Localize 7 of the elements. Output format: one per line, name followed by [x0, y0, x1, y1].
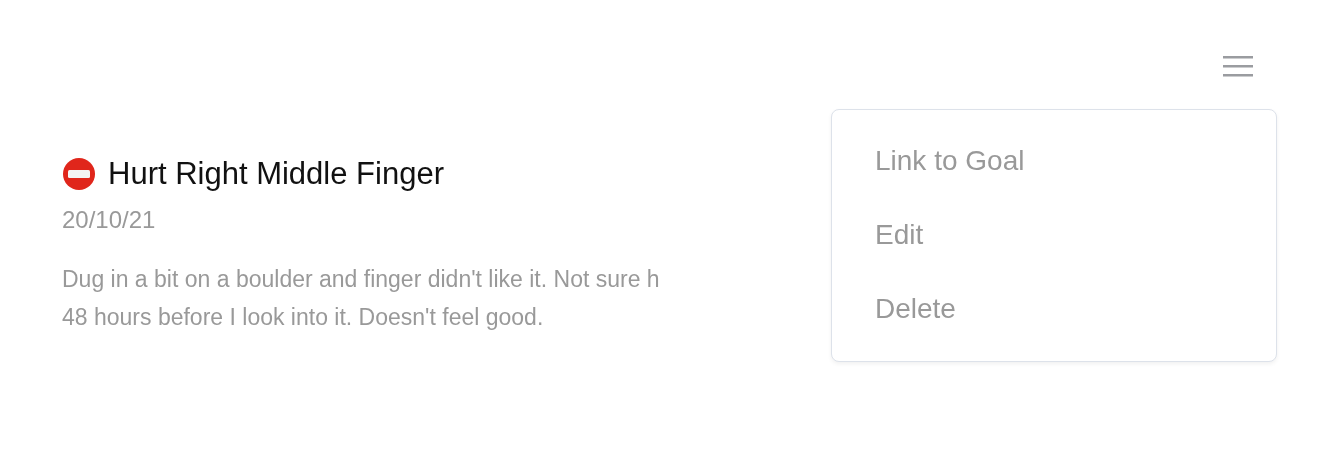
no-entry-icon: [62, 157, 96, 191]
menu-icon[interactable]: [1222, 54, 1254, 78]
entry-description: Dug in a bit on a boulder and finger didn't like it. Not sure h 48 hours before I look into it. Doesn't feel good.: [62, 265, 660, 332]
menu-item[interactable]: Link to Goal: [875, 144, 1025, 178]
menu-item[interactable]: Delete: [875, 292, 956, 326]
menu-item[interactable]: Edit: [875, 218, 924, 252]
entry-title: Hurt Right Middle Finger: [108, 156, 444, 192]
